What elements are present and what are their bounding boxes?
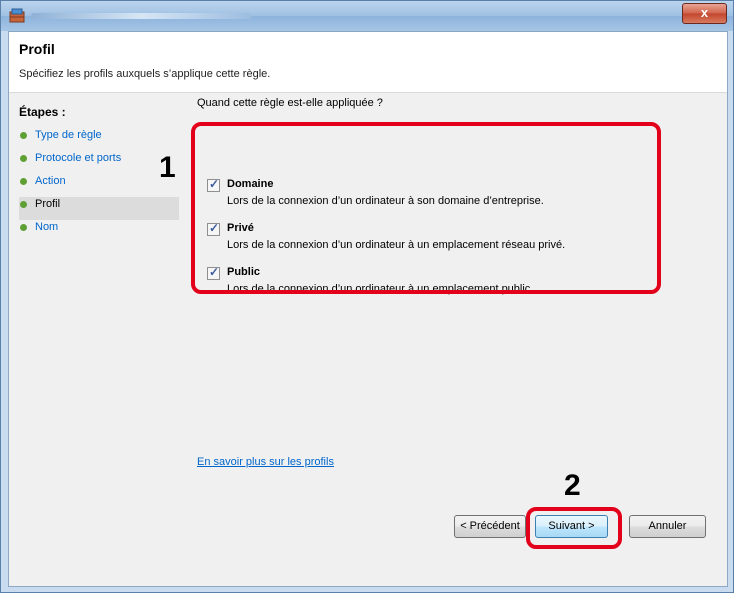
step-label: Type de règle [35,129,102,141]
dialog-client-area: Profil Spécifiez les profils auxquels s’… [8,31,728,587]
dialog-window: x Profil Spécifiez les profils auxquels … [0,0,734,593]
step-item-type-de-regle[interactable]: Type de règle [19,128,185,151]
page-title: Profil [19,41,55,57]
step-item-profil[interactable]: Profil [19,197,190,220]
steps-heading: Étapes : [19,105,66,119]
page-header: Profil Spécifiez les profils auxquels s’… [9,32,727,93]
step-label: Profil [35,198,61,210]
steps-list: Type de règle Protocole et ports Action … [19,128,190,243]
firewall-app-icon [9,8,25,23]
step-bullet-icon [20,224,27,231]
next-highlight-box [526,507,622,549]
step-label: Nom [35,221,59,233]
step-item-nom[interactable]: Nom [19,220,185,243]
learn-more-link[interactable]: En savoir plus sur les profils [197,456,334,468]
profiles-highlight-box [191,122,661,294]
annotation-marker-1: 1 [159,151,176,184]
step-bullet-icon [20,201,27,208]
page-subtitle: Spécifiez les profils auxquels s’appliqu… [19,68,271,80]
question-text: Quand cette règle est-elle appliquée ? [197,97,383,109]
step-label: Action [35,175,66,187]
annotation-marker-2: 2 [564,469,581,502]
title-bar[interactable]: x [1,1,733,31]
cancel-button[interactable]: Annuler [629,515,706,538]
step-bullet-icon [20,155,27,162]
window-title-blurred [31,13,251,19]
step-bullet-icon [20,178,27,185]
step-bullet-icon [20,132,27,139]
step-label: Protocole et ports [35,152,122,164]
back-button[interactable]: < Précédent [454,515,526,538]
close-button[interactable]: x [682,3,727,24]
